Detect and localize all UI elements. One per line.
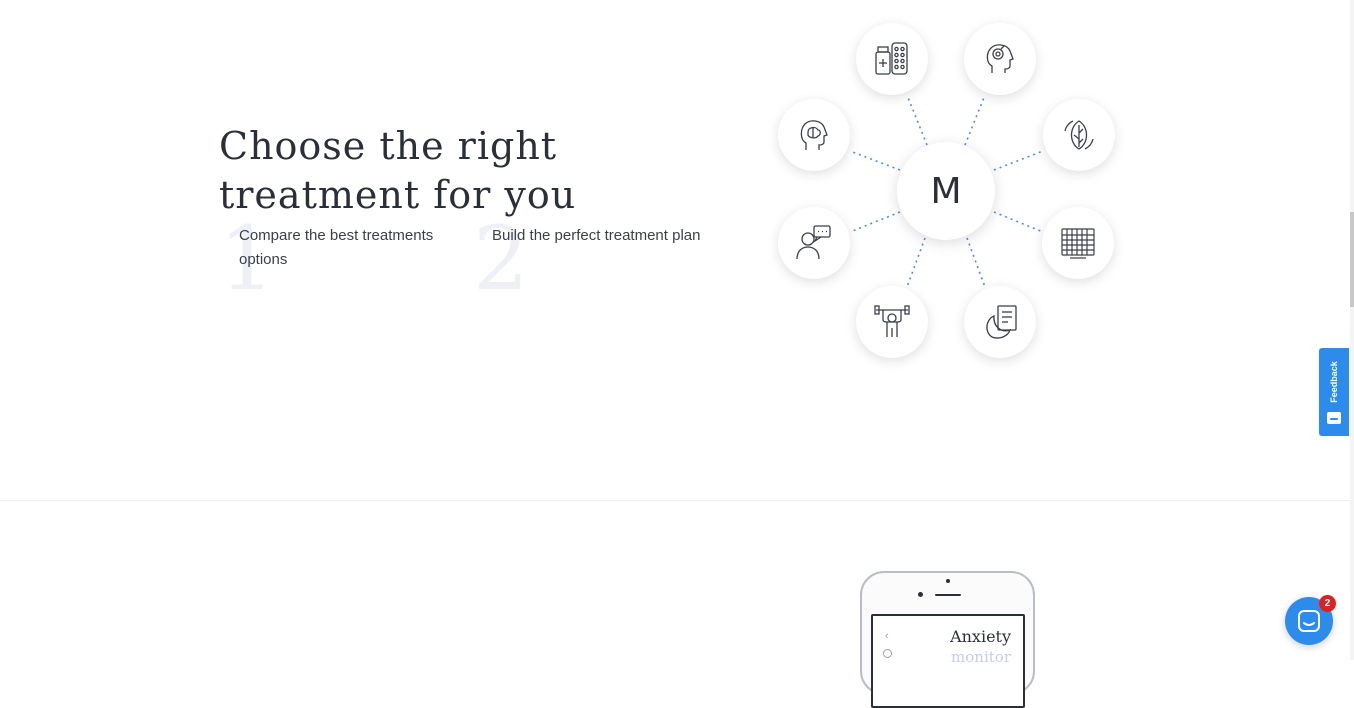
sleep-diet-icon bbox=[964, 286, 1036, 358]
section-heading: Choose the right treatment for you bbox=[219, 122, 576, 220]
page-scrollbar-thumb[interactable] bbox=[1350, 212, 1354, 307]
phone-sensor bbox=[946, 579, 950, 583]
center-logo: M bbox=[897, 142, 995, 240]
step-text-line-2: options bbox=[239, 251, 288, 268]
section-divider bbox=[0, 500, 1350, 501]
step-text: Compare the best treatments options bbox=[239, 224, 459, 272]
treatment-diagram: M bbox=[760, 10, 1140, 370]
calendar-grid-icon bbox=[1042, 207, 1114, 279]
step-text: Build the perfect treatment plan bbox=[492, 224, 733, 248]
step-compare: 1 Compare the best treatments options bbox=[219, 214, 459, 304]
gear-icon bbox=[883, 649, 892, 658]
mind-head-icon bbox=[964, 23, 1036, 95]
phone-mockup: ‹ Anxiety monitor bbox=[860, 571, 1035, 708]
exercise-weights-icon bbox=[856, 286, 928, 358]
phone-screen: ‹ Anxiety monitor bbox=[871, 614, 1025, 708]
back-chevron-icon: ‹ bbox=[885, 630, 889, 642]
medication-icon bbox=[856, 23, 928, 95]
page-scrollbar-track[interactable] bbox=[1350, 0, 1354, 660]
feedback-icon bbox=[1327, 412, 1341, 424]
heading-line-1: Choose the right bbox=[219, 124, 558, 168]
screen-subtitle: monitor bbox=[951, 648, 1011, 666]
chat-notification-badge: 2 bbox=[1319, 595, 1336, 612]
step-text-line-1: Build the perfect treatment plan bbox=[492, 227, 701, 244]
feedback-tab[interactable]: Feedback bbox=[1319, 348, 1349, 436]
leaf-cycle-icon bbox=[1043, 99, 1115, 171]
step-build: 2 Build the perfect treatment plan bbox=[473, 214, 733, 304]
phone-speaker bbox=[935, 594, 961, 596]
therapist-chat-icon bbox=[778, 207, 850, 279]
brain-head-icon bbox=[778, 99, 850, 171]
chat-icon bbox=[1298, 610, 1320, 632]
feedback-label: Feedback bbox=[1329, 361, 1339, 403]
screen-title: Anxiety bbox=[950, 627, 1011, 646]
step-text-line-1: Compare the best treatments bbox=[239, 227, 434, 244]
phone-camera bbox=[918, 592, 923, 597]
